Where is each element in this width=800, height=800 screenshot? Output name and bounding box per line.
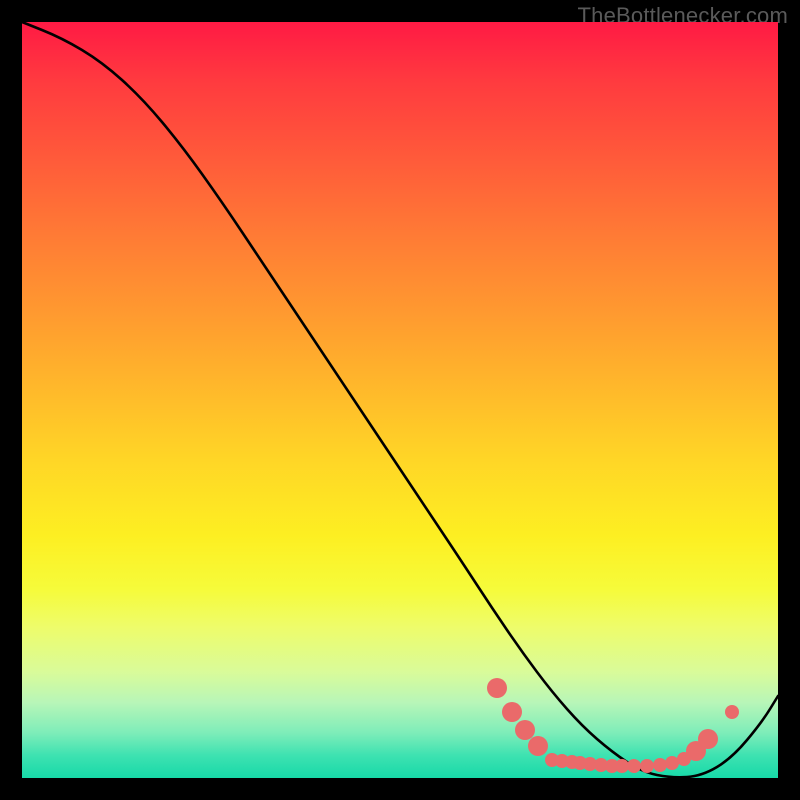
- marker-dot: [627, 759, 641, 773]
- marker-dot: [653, 758, 667, 772]
- marker-dot: [487, 678, 507, 698]
- marker-dot: [528, 736, 548, 756]
- marker-dot: [665, 756, 679, 770]
- plot-area: [22, 22, 778, 778]
- series-curve: [22, 22, 778, 777]
- marker-dot: [615, 759, 629, 773]
- chart-stage: TheBottlenecker.com: [0, 0, 800, 800]
- marker-dot: [502, 702, 522, 722]
- marker-dot: [725, 705, 739, 719]
- marker-dot: [515, 720, 535, 740]
- marker-dot: [698, 729, 718, 749]
- marker-dot: [640, 759, 654, 773]
- curve-svg: [22, 22, 778, 778]
- series-markers: [487, 678, 739, 773]
